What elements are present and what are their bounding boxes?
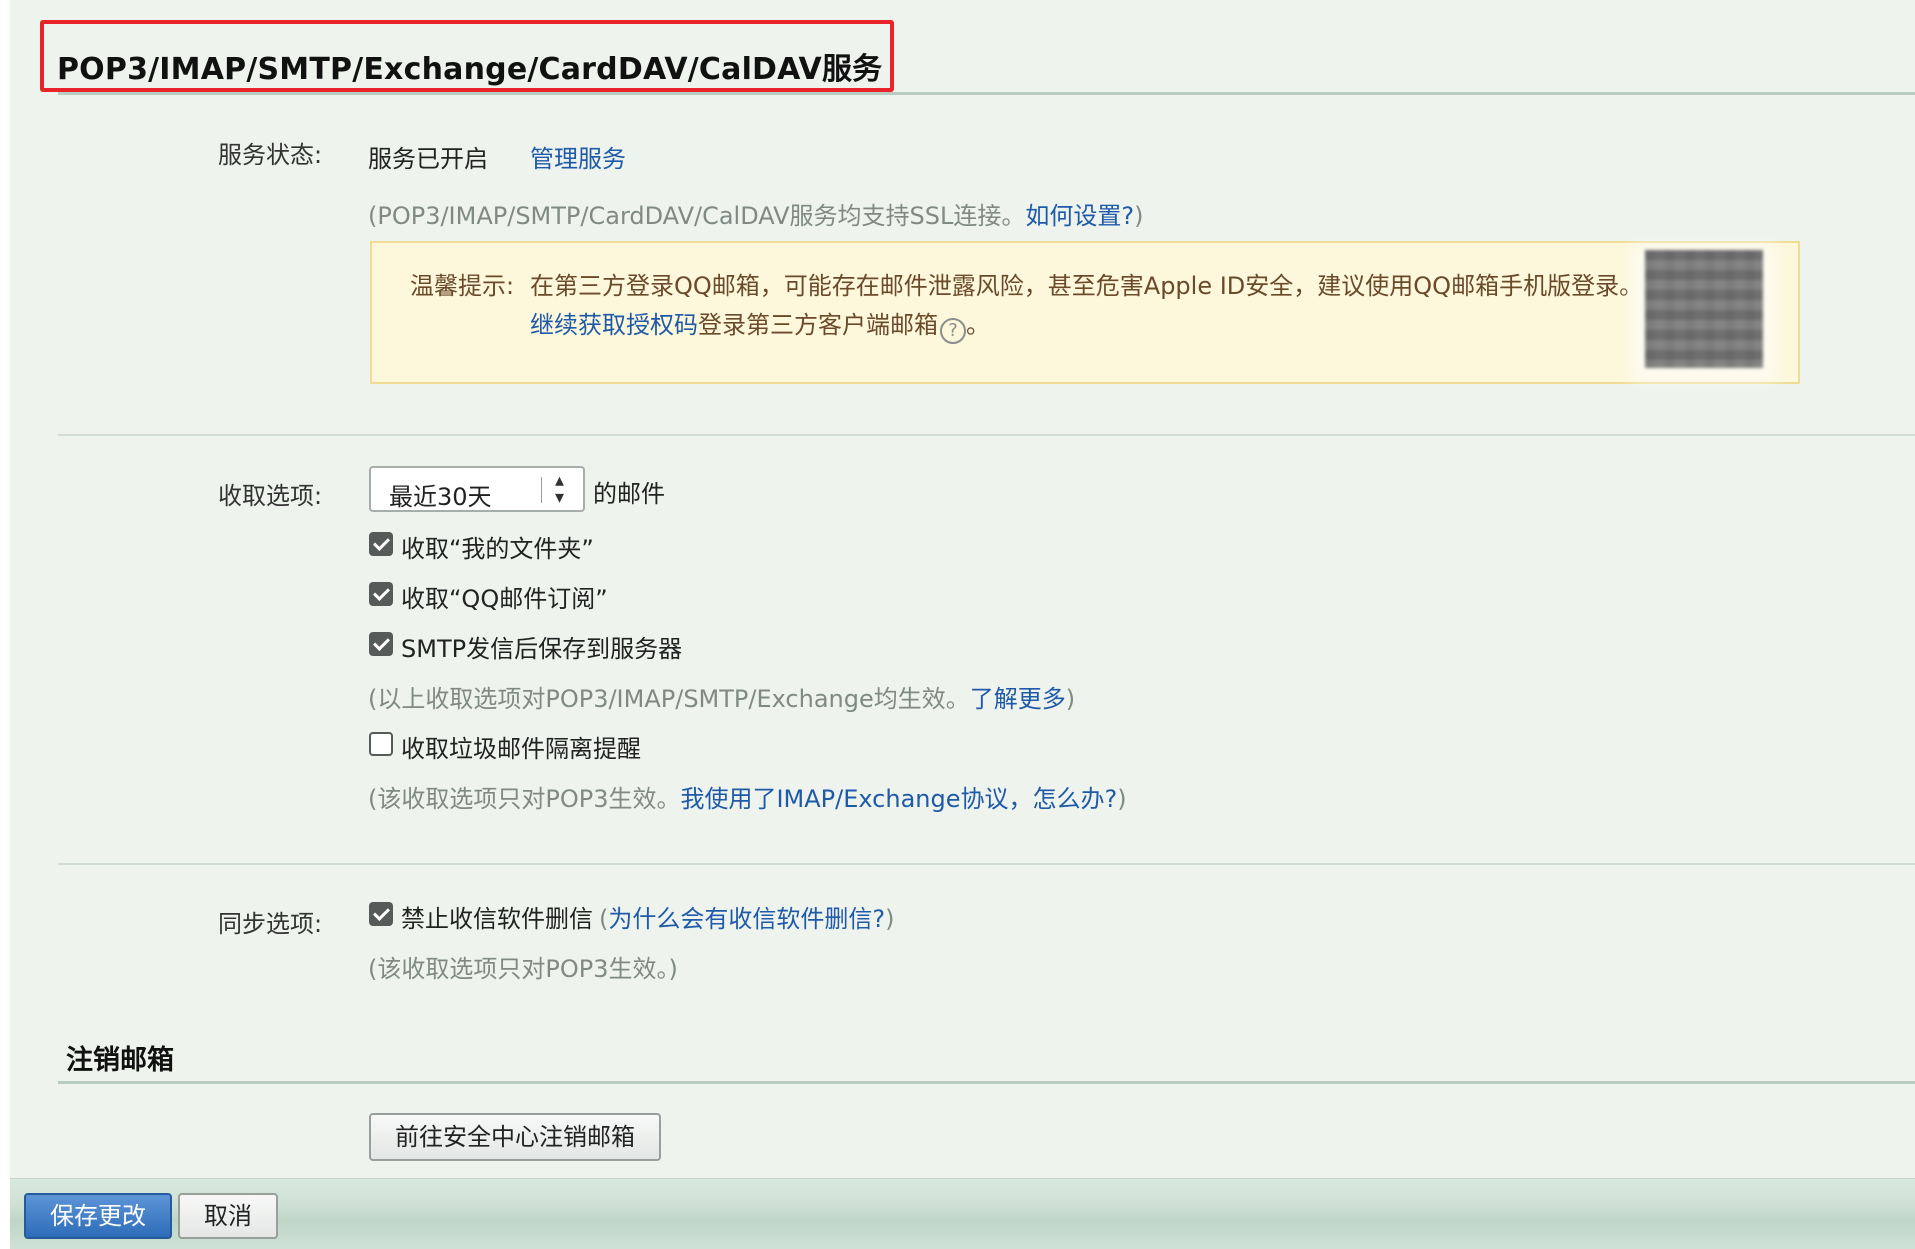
fetch-my-folders-checkbox[interactable] — [369, 532, 393, 556]
cancel-account-divider — [58, 1081, 1915, 1084]
spam-quarantine-checkbox[interactable] — [369, 732, 393, 756]
get-auth-code-link[interactable]: 继续获取授权码 — [530, 311, 698, 339]
imap-exchange-help-link[interactable]: 我使用了IMAP/Exchange协议，怎么办? — [680, 785, 1117, 813]
fetch-note: (以上收取选项对POP3/IMAP/SMTP/Exchange均生效。了解更多) — [368, 679, 1075, 714]
section-divider — [58, 863, 1915, 865]
tip-message: 在第三方登录QQ邮箱，可能存在邮件泄露风险，甚至危害Apple ID安全，建议使… — [530, 272, 1644, 300]
section-divider — [58, 434, 1915, 436]
service-status-value: 服务已开启 — [368, 145, 488, 173]
page-title: POP3/IMAP/SMTP/Exchange/CardDAV/CalDAV服务 — [57, 52, 883, 87]
why-delete-open: ( — [599, 905, 609, 933]
fetch-option-label: 收取垃圾邮件隔离提醒 — [401, 735, 641, 763]
help-icon[interactable]: ? — [940, 318, 966, 344]
fetch-options-label: 收取选项: — [218, 482, 323, 510]
tip-auth-text: 登录第三方客户端邮箱 — [698, 311, 938, 339]
service-status-label: 服务状态: — [218, 141, 323, 169]
fetch-range-suffix: 的邮件 — [593, 480, 665, 508]
sync-options-label: 同步选项: — [218, 910, 323, 938]
save-changes-button[interactable]: 保存更改 — [24, 1193, 172, 1239]
fetch-option-label: SMTP发信后保存到服务器 — [401, 635, 683, 663]
select-separator — [541, 477, 542, 503]
qr-code-image — [1645, 250, 1763, 368]
fetch-note-text: (以上收取选项对POP3/IMAP/SMTP/Exchange均生效。 — [368, 685, 970, 713]
cancel-account-button[interactable]: 前往安全中心注销邮箱 — [369, 1113, 661, 1161]
sync-note: (该收取选项只对POP3生效。) — [368, 955, 678, 983]
pop3-note-text: (该收取选项只对POP3生效。 — [368, 785, 681, 813]
cancel-button[interactable]: 取消 — [178, 1193, 278, 1239]
why-delete-close: ) — [885, 905, 895, 933]
tip-label: 温馨提示: — [410, 272, 515, 300]
ssl-note: (POP3/IMAP/SMTP/CardDAV/CalDAV服务均支持SSL连接… — [368, 196, 1144, 231]
fetch-note-end: ) — [1065, 685, 1076, 713]
pop3-note: (该收取选项只对POP3生效。我使用了IMAP/Exchange协议，怎么办?) — [368, 779, 1127, 814]
settings-page — [10, 0, 1915, 1249]
learn-more-link[interactable]: 了解更多 — [970, 685, 1066, 713]
prevent-client-delete-label: 禁止收信软件删信 — [401, 905, 593, 933]
how-to-setup-link[interactable]: 如何设置? — [1025, 202, 1134, 230]
title-divider — [58, 92, 1915, 95]
ssl-note-text: (POP3/IMAP/SMTP/CardDAV/CalDAV服务均支持SSL连接… — [368, 202, 1026, 230]
tip-auth-line: 继续获取授权码登录第三方客户端邮箱?。 — [530, 305, 990, 344]
fetch-option-label: 收取“我的文件夹” — [401, 535, 594, 563]
tip-auth-end: 。 — [966, 311, 990, 339]
manage-service-link[interactable]: 管理服务 — [530, 139, 626, 174]
prevent-client-delete-checkbox[interactable] — [369, 902, 393, 926]
footer-bar — [10, 1178, 1915, 1249]
fetch-range-value: 最近30天 — [389, 483, 492, 511]
ssl-note-end: ) — [1134, 202, 1144, 230]
fetch-option-label: 收取“QQ邮件订阅” — [401, 585, 608, 613]
sync-option-row: 禁止收信软件删信 (为什么会有收信软件删信?) — [401, 899, 895, 934]
sort-arrows-icon: ▴ ▾ — [555, 470, 565, 508]
fetch-qq-subscriptions-checkbox[interactable] — [369, 582, 393, 606]
smtp-save-sent-checkbox[interactable] — [369, 632, 393, 656]
fetch-range-select[interactable]: 最近30天 ▴ ▾ — [369, 466, 585, 512]
cancel-account-title: 注销邮箱 — [66, 1045, 174, 1076]
pop3-note-end: ) — [1117, 785, 1127, 813]
why-delete-link[interactable]: 为什么会有收信软件删信? — [608, 905, 885, 933]
